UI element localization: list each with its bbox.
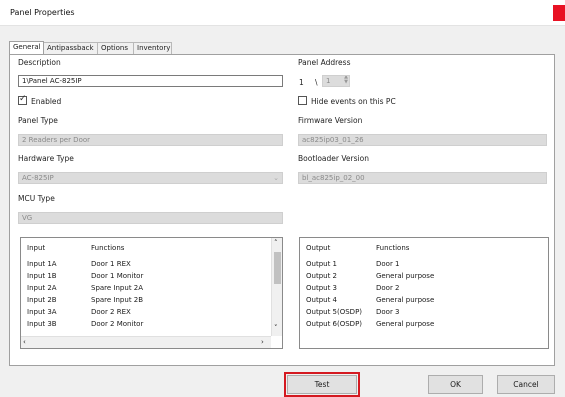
panel-type-label: Panel Type: [18, 116, 58, 125]
inputs-vertical-scrollbar[interactable]: ˄ ˅: [271, 238, 282, 336]
output-name: Output 5(OSDP): [306, 308, 363, 316]
output-function: General purpose: [376, 272, 435, 280]
panel-address-separator: \: [315, 78, 318, 87]
tab-options[interactable]: Options: [98, 42, 134, 54]
output-function: Door 3: [376, 308, 400, 316]
window-title: Panel Properties: [10, 8, 75, 17]
mcu-type-field: VG: [18, 212, 283, 224]
input-function: Door 2 Monitor: [91, 320, 144, 328]
general-tab-panel: Description 1\Panel AC-825IP Enabled Pan…: [9, 54, 555, 366]
firmware-version-field: ac825ip03_01_26: [298, 134, 547, 146]
bootloader-version-field: bl_ac825ip_02_00: [298, 172, 547, 184]
input-function: Door 1 REX: [91, 260, 131, 268]
panel-address-label: Panel Address: [298, 58, 351, 67]
input-function: Door 2 REX: [91, 308, 131, 316]
tab-general[interactable]: General: [9, 41, 44, 54]
output-function: General purpose: [376, 320, 435, 328]
output-function: Door 1: [376, 260, 400, 268]
description-input[interactable]: 1\Panel AC-825IP: [18, 75, 283, 87]
panel-address-first: 1: [299, 78, 304, 87]
ok-button[interactable]: OK: [428, 375, 483, 394]
panel-address-stepper: 1 ▲ ▼: [322, 75, 350, 87]
enabled-checkbox[interactable]: [18, 94, 27, 105]
mcu-type-label: MCU Type: [18, 194, 55, 203]
outputs-header-output: Output: [306, 244, 331, 252]
output-function: General purpose: [376, 296, 435, 304]
scroll-up-icon[interactable]: ˄: [274, 239, 278, 247]
ok-button-label: OK: [450, 380, 461, 389]
hardware-type-label: Hardware Type: [18, 154, 74, 163]
scroll-thumb[interactable]: [274, 252, 281, 284]
enabled-label: Enabled: [31, 97, 62, 106]
output-name: Output 1: [306, 260, 337, 268]
test-button-highlight: [284, 372, 360, 397]
outputs-list[interactable]: Output Functions Output 1 Door 1 Output …: [299, 237, 549, 349]
scroll-left-icon[interactable]: ‹: [23, 338, 26, 346]
input-name: Input 1A: [27, 260, 57, 268]
inputs-horizontal-scrollbar[interactable]: ‹ ›: [21, 336, 271, 348]
title-bar: Panel Properties: [0, 0, 565, 26]
output-function: Door 2: [376, 284, 400, 292]
output-name: Output 6(OSDP): [306, 320, 363, 328]
output-name: Output 3: [306, 284, 337, 292]
inputs-list[interactable]: Input Functions Input 1A Door 1 REX Inpu…: [20, 237, 283, 349]
firmware-version-label: Firmware Version: [298, 116, 363, 125]
input-function: Spare Input 2B: [91, 296, 144, 304]
input-name: Input 3A: [27, 308, 57, 316]
description-label: Description: [18, 58, 61, 67]
panel-address-value: 1: [326, 77, 331, 85]
inputs-header-functions: Functions: [91, 244, 125, 252]
tab-antipassback[interactable]: Antipassback: [44, 42, 98, 54]
input-name: Input 2A: [27, 284, 57, 292]
close-icon[interactable]: [553, 5, 565, 21]
input-name: Input 2B: [27, 296, 57, 304]
cancel-button[interactable]: Cancel: [497, 375, 555, 394]
hide-events-label: Hide events on this PC: [311, 97, 396, 106]
hardware-type-select: AC-825IP ⌄: [18, 172, 283, 184]
input-function: Spare Input 2A: [91, 284, 144, 292]
outputs-header-functions: Functions: [376, 244, 410, 252]
output-name: Output 4: [306, 296, 337, 304]
scroll-down-icon[interactable]: ˅: [274, 324, 278, 332]
chevron-down-icon: ⌄: [273, 174, 279, 182]
output-name: Output 2: [306, 272, 337, 280]
hide-events-checkbox[interactable]: [298, 96, 307, 105]
input-function: Door 1 Monitor: [91, 272, 144, 280]
spin-arrows-icon: ▲ ▼: [344, 75, 348, 85]
hardware-type-value: AC-825IP: [22, 174, 54, 182]
scroll-right-icon[interactable]: ›: [261, 338, 264, 346]
tab-inventory[interactable]: Inventory: [134, 42, 172, 54]
panel-type-field: 2 Readers per Door: [18, 134, 283, 146]
inputs-header-input: Input: [27, 244, 46, 252]
bootloader-version-label: Bootloader Version: [298, 154, 369, 163]
input-name: Input 3B: [27, 320, 57, 328]
input-name: Input 1B: [27, 272, 57, 280]
cancel-button-label: Cancel: [513, 380, 539, 389]
